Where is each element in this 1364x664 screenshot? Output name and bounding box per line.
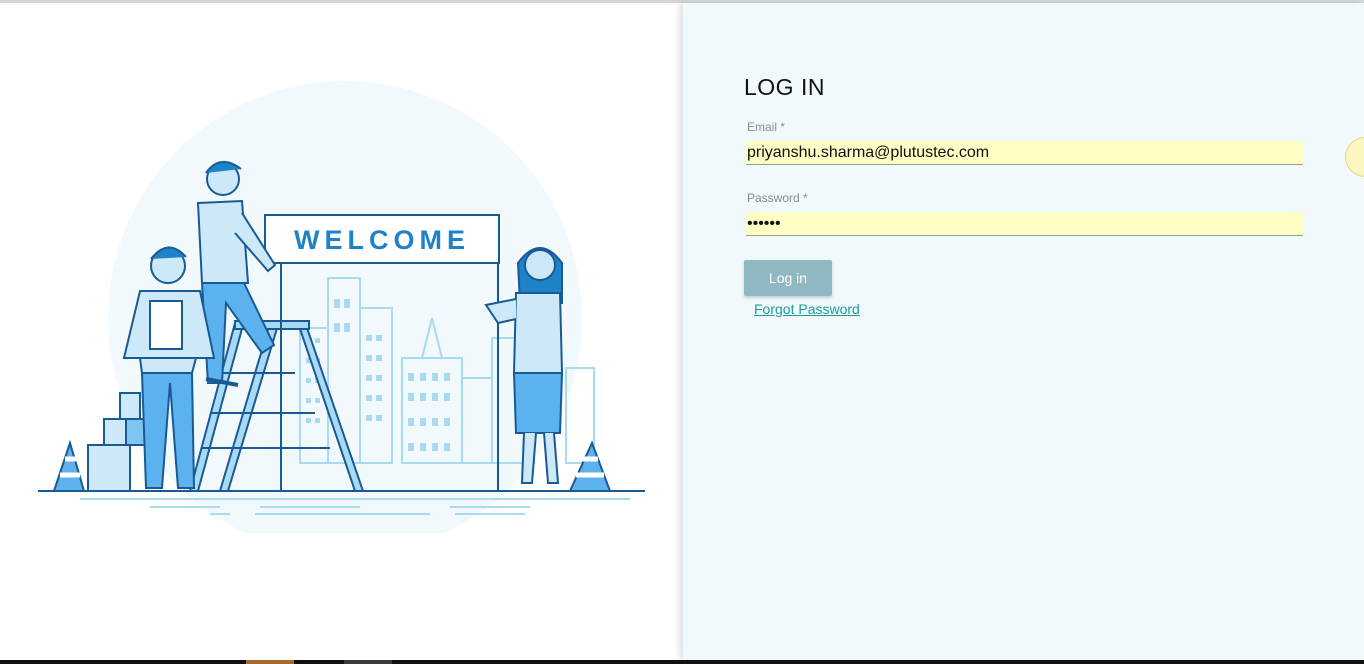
welcome-panel: WELCOME <box>0 3 683 660</box>
email-label: Email * <box>747 120 786 134</box>
welcome-illustration: WELCOME <box>38 81 645 533</box>
forgot-password-link[interactable]: Forgot Password <box>754 301 860 317</box>
password-input[interactable] <box>746 212 1303 236</box>
password-label: Password * <box>747 191 808 205</box>
login-panel: LOG IN Email * Password * Log in Forgot … <box>683 3 1364 660</box>
taskbar-item-active[interactable] <box>246 660 294 664</box>
email-input[interactable] <box>746 141 1303 165</box>
side-tab-handle[interactable] <box>1345 137 1364 177</box>
login-button[interactable]: Log in <box>744 260 832 296</box>
taskbar-item[interactable] <box>344 660 392 664</box>
welcome-sign-text: WELCOME <box>294 225 470 255</box>
taskbar <box>0 660 1364 664</box>
login-title: LOG IN <box>744 74 825 100</box>
